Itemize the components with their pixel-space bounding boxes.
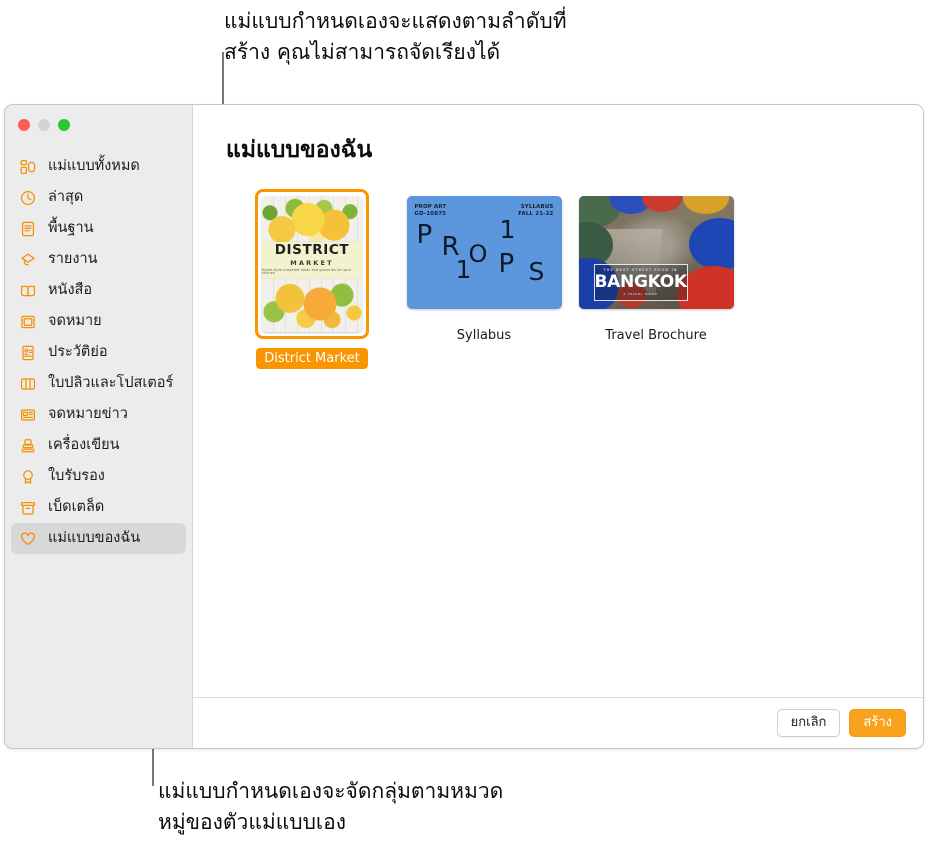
open-book-icon xyxy=(19,282,37,300)
template-tile-travel-brochure[interactable]: THE BEST STREET FOOD IN BANGKOK A TRAVEL… xyxy=(570,189,742,347)
sidebar-item-label: จดหมาย xyxy=(48,313,102,330)
syllabus-letter: P xyxy=(416,219,433,250)
template-thumbnail: DISTRICT MARKET Home-style prepared food… xyxy=(262,195,362,332)
brochure-title: BANGKOK xyxy=(594,271,688,292)
cancel-button[interactable]: ยกเลิก xyxy=(776,708,841,738)
sidebar: แม่แบบทั้งหมด ล่าสุด พื้นฐาน รายงาน หนัง… xyxy=(5,105,193,748)
sidebar-item-label: ประวัติย่อ xyxy=(48,344,108,361)
sidebar-item-basic[interactable]: พื้นฐาน xyxy=(11,213,186,244)
window-controls xyxy=(5,105,192,145)
template-name-label: Travel Brochure xyxy=(605,327,707,343)
sidebar-category-list: แม่แบบทั้งหมด ล่าสุด พื้นฐาน รายงาน หนัง… xyxy=(5,145,192,554)
sidebar-item-label: แม่แบบของฉัน xyxy=(48,530,141,547)
syllabus-letter: 1 xyxy=(499,214,516,244)
template-name-label: Syllabus xyxy=(456,327,512,343)
brochure-title-overlay: THE BEST STREET FOOD IN BANGKOK A TRAVEL… xyxy=(593,263,688,301)
resume-card-icon xyxy=(19,344,37,362)
template-chooser-window: แม่แบบทั้งหมด ล่าสุด พื้นฐาน รายงาน หนัง… xyxy=(4,104,924,749)
sidebar-item-resumes[interactable]: ประวัติย่อ xyxy=(11,337,186,368)
maximize-button[interactable] xyxy=(58,119,70,131)
award-ribbon-icon xyxy=(19,468,37,486)
sidebar-item-label: เบ็ดเตล็ด xyxy=(48,499,105,516)
poster-fruit-bottom xyxy=(262,275,362,332)
sidebar-item-label: แม่แบบทั้งหมด xyxy=(48,158,140,175)
template-name-label: District Market xyxy=(256,347,368,370)
sidebar-item-label: จดหมายข่าว xyxy=(48,406,128,423)
stamp-icon xyxy=(19,437,37,455)
poster-title: DISTRICT xyxy=(274,242,350,259)
template-thumbnail-frame: THE BEST STREET FOOD IN BANGKOK A TRAVEL… xyxy=(572,189,741,316)
letter-frame-icon xyxy=(19,313,37,331)
sidebar-item-label: เครื่องเขียน xyxy=(48,437,120,454)
template-tile-district-market[interactable]: DISTRICT MARKET Home-style prepared food… xyxy=(226,188,398,370)
poster-title-band: DISTRICT MARKET Home-style prepared food… xyxy=(262,241,362,278)
template-grid: DISTRICT MARKET Home-style prepared food… xyxy=(226,188,923,370)
sidebar-item-label: รายงาน xyxy=(48,251,98,268)
template-thumbnail: THE BEST STREET FOOD IN BANGKOK A TRAVEL… xyxy=(578,195,734,309)
syllabus-artwork: PROP ART GD-10875 SYLLABUS FALL 21-22 P … xyxy=(406,195,562,309)
sidebar-item-label: หนังสือ xyxy=(48,282,93,299)
template-thumbnail-frame: PROP ART GD-10875 SYLLABUS FALL 21-22 P … xyxy=(400,189,569,316)
create-button[interactable]: สร้าง xyxy=(849,708,906,738)
sidebar-item-newsletters[interactable]: จดหมายข่าว xyxy=(11,399,186,430)
template-tile-syllabus[interactable]: PROP ART GD-10875 SYLLABUS FALL 21-22 P … xyxy=(398,189,570,347)
clock-icon xyxy=(19,189,37,207)
sidebar-item-all-templates[interactable]: แม่แบบทั้งหมด xyxy=(11,151,186,182)
sidebar-item-label: พื้นฐาน xyxy=(48,220,94,237)
sidebar-item-label: ใบรับรอง xyxy=(48,468,105,485)
archive-box-icon xyxy=(19,499,37,517)
callout-bottom-text: แม่แบบกำหนดเองจะจัดกลุ่มตามหมวด หมู่ของต… xyxy=(158,779,504,834)
graduation-cap-icon xyxy=(19,251,37,269)
poster-artwork-citrus: DISTRICT MARKET Home-style prepared food… xyxy=(262,195,362,332)
syllabus-corner-right: SYLLABUS FALL 21-22 xyxy=(518,203,554,218)
syllabus-letter: 1 xyxy=(455,254,472,284)
syllabus-letter: P xyxy=(498,248,515,279)
template-grid-scroll: แม่แบบของฉัน DISTRICT MARKET Home-style … xyxy=(193,105,923,697)
syllabus-corner-left: PROP ART GD-10875 xyxy=(414,203,447,218)
poster-subtitle: MARKET xyxy=(290,258,334,267)
all-templates-icon xyxy=(19,158,37,176)
sidebar-item-letters[interactable]: จดหมาย xyxy=(11,306,186,337)
sidebar-item-miscellaneous[interactable]: เบ็ดเตล็ด xyxy=(11,492,186,523)
sidebar-item-my-templates[interactable]: แม่แบบของฉัน xyxy=(11,523,186,554)
sidebar-item-stationery[interactable]: เครื่องเขียน xyxy=(11,430,186,461)
callout-top-text: แม่แบบกำหนดเองจะแสดงตามลำดับที่ สร้าง คุ… xyxy=(224,9,567,64)
heart-icon xyxy=(19,530,37,548)
minimize-button[interactable] xyxy=(38,119,50,131)
content-area: แม่แบบของฉัน DISTRICT MARKET Home-style … xyxy=(193,105,923,748)
travel-brochure-artwork: THE BEST STREET FOOD IN BANGKOK A TRAVEL… xyxy=(578,195,734,309)
page-title: แม่แบบของฉัน xyxy=(226,137,373,163)
newspaper-icon xyxy=(19,406,37,424)
sidebar-item-certificates[interactable]: ใบรับรอง xyxy=(11,461,186,492)
sidebar-item-books[interactable]: หนังสือ xyxy=(11,275,186,306)
sidebar-item-flyers-posters[interactable]: ใบปลิวและโปสเตอร์ xyxy=(11,368,186,399)
dialog-footer: ยกเลิก สร้าง xyxy=(193,697,923,748)
template-thumbnail-frame: DISTRICT MARKET Home-style prepared food… xyxy=(255,188,369,339)
brochure-icon xyxy=(19,375,37,393)
document-icon xyxy=(19,220,37,238)
syllabus-letter: S xyxy=(528,256,545,286)
poster-tagline: Home-style prepared foods and groceries … xyxy=(262,267,352,275)
close-button[interactable] xyxy=(18,119,30,131)
sidebar-item-label: ใบปลิวและโปสเตอร์ xyxy=(48,375,174,392)
sidebar-item-recent[interactable]: ล่าสุด xyxy=(11,182,186,213)
sidebar-item-label: ล่าสุด xyxy=(48,189,84,206)
template-thumbnail: PROP ART GD-10875 SYLLABUS FALL 21-22 P … xyxy=(406,195,562,309)
brochure-subtitle: A TRAVEL GUIDE xyxy=(623,291,658,296)
sidebar-item-reports[interactable]: รายงาน xyxy=(11,244,186,275)
